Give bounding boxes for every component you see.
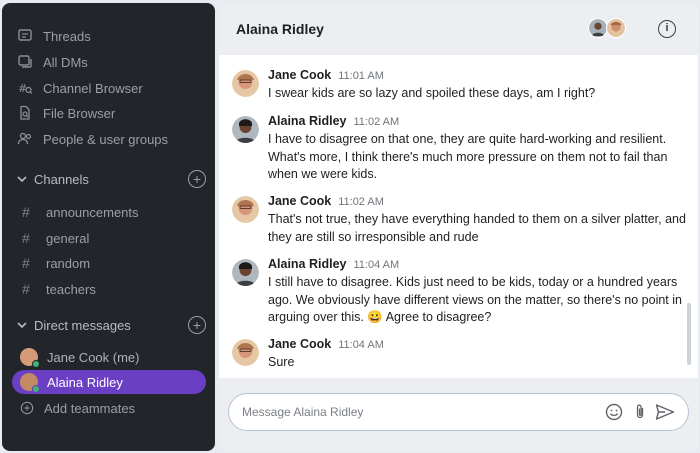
message-body: I still have to disagree. Kids just need… (268, 275, 682, 324)
message-input[interactable] (242, 403, 592, 421)
message-composer (228, 393, 689, 431)
nav-file-browser-label: File Browser (43, 105, 116, 121)
channels-label: Channels (34, 171, 89, 187)
message-author[interactable]: Jane Cook (268, 68, 331, 82)
dm-item-jane-cook[interactable]: Jane Cook (me) (12, 345, 206, 369)
add-teammates-button[interactable]: Add teammates (20, 397, 135, 419)
avatar (232, 259, 259, 286)
message-time: 11:01 AM (338, 70, 384, 82)
nav-threads[interactable]: Threads (17, 25, 91, 47)
attachment-icon[interactable] (631, 403, 649, 421)
message-body: That's not true, they have everything ha… (268, 212, 686, 244)
message-list: Jane Cook 11:01 AM I swear kids are so la… (219, 55, 698, 378)
hash-icon: # (22, 230, 30, 246)
channel-item[interactable]: # announcements (22, 202, 139, 222)
message-author[interactable]: Jane Cook (268, 337, 331, 351)
avatar (232, 196, 259, 223)
message-author[interactable]: Jane Cook (268, 194, 331, 208)
nav-file-browser[interactable]: File Browser (17, 102, 115, 124)
dm-label: Alaina Ridley (47, 374, 123, 390)
composer-area (219, 378, 698, 451)
info-icon[interactable]: i (658, 20, 676, 38)
channel-browser-icon: # (18, 82, 33, 95)
channel-label: general (46, 230, 90, 246)
avatar (606, 18, 626, 38)
send-icon[interactable] (655, 403, 675, 421)
all-dms-icon (18, 55, 32, 68)
channel-item[interactable]: # random (22, 253, 90, 273)
message-time: 11:02 AM (353, 116, 400, 128)
emoji-icon[interactable] (605, 403, 623, 421)
nav-threads-label: Threads (43, 28, 91, 44)
dms-section-header[interactable]: Direct messages + (16, 314, 206, 336)
threads-icon (18, 29, 32, 41)
channel-item[interactable]: # teachers (22, 279, 96, 299)
sidebar: Threads All DMs # Channel Browser File B… (2, 3, 215, 451)
nav-channel-browser[interactable]: # Channel Browser (17, 77, 143, 99)
avatar (232, 70, 259, 97)
add-circle-icon (20, 401, 34, 415)
chevron-down-icon (17, 322, 27, 329)
message-time: 11:04 AM (353, 259, 400, 271)
avatar (232, 116, 259, 143)
avatar (232, 339, 259, 366)
add-teammates-label: Add teammates (44, 400, 136, 416)
avatar (20, 373, 40, 393)
message-time: 11:02 AM (338, 196, 384, 208)
dm-item-alaina-ridley[interactable]: Alaina Ridley (12, 370, 206, 394)
message-author[interactable]: Alaina Ridley (268, 114, 347, 128)
channels-section-header[interactable]: Channels + (16, 168, 206, 190)
dm-label: Jane Cook (me) (47, 349, 140, 365)
hash-icon: # (22, 204, 30, 220)
channel-label: random (46, 255, 91, 271)
channel-label: teachers (46, 281, 96, 297)
chevron-down-icon (17, 176, 27, 183)
nav-all-dms-label: All DMs (43, 54, 88, 70)
file-browser-icon (20, 105, 30, 120)
conversation-pane: Alaina Ridley i Jane Cook 11:01 AM I swea… (219, 3, 698, 451)
nav-people-label: People & user groups (43, 131, 169, 147)
page-title: Alaina Ridley (236, 21, 324, 37)
online-status-icon (32, 385, 40, 393)
message-body: I swear kids are so lazy and spoiled the… (268, 86, 596, 100)
avatar (588, 18, 608, 38)
nav-channel-browser-label: Channel Browser (43, 80, 143, 96)
participant-avatars[interactable] (588, 18, 626, 38)
channel-label: announcements (46, 204, 139, 220)
conversation-header: Alaina Ridley i (219, 3, 698, 55)
hash-icon: # (22, 281, 30, 297)
message-body: I have to disagree on that one, they are… (268, 132, 668, 181)
avatar (20, 348, 40, 368)
message-author[interactable]: Alaina Ridley (268, 257, 347, 271)
add-channel-icon[interactable]: + (188, 170, 206, 188)
nav-people[interactable]: People & user groups (17, 128, 168, 150)
channel-item[interactable]: # general (22, 228, 89, 248)
dms-label: Direct messages (34, 317, 131, 333)
hash-icon: # (22, 255, 30, 271)
people-icon (17, 132, 32, 145)
message-time: 11:04 AM (338, 339, 384, 351)
nav-all-dms[interactable]: All DMs (17, 51, 88, 73)
message-body: Sure (268, 355, 295, 369)
online-status-icon (32, 360, 40, 368)
scrollbar[interactable] (687, 303, 691, 365)
add-dm-icon[interactable]: + (188, 316, 206, 334)
